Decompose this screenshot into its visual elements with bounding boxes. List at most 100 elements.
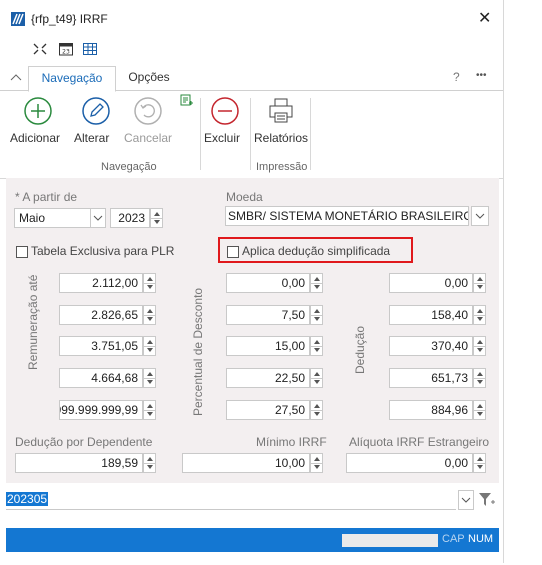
remuneracao-stepper[interactable]: [143, 368, 156, 388]
num-indicator: NUM: [468, 533, 494, 545]
aliquota-label: Alíquota IRRF Estrangeiro: [349, 435, 490, 449]
excluir-button[interactable]: Excluir: [204, 96, 246, 145]
deducao-field[interactable]: 370,40: [389, 336, 473, 356]
percentual-stepper[interactable]: [310, 305, 323, 325]
deducao-dependente-field[interactable]: 189,59: [15, 453, 143, 473]
record-selector[interactable]: 202305: [6, 490, 456, 510]
moeda-select[interactable]: SMBR/ SISTEMA MONETÁRIO BRASILEIRO: [225, 206, 469, 226]
expand-icon[interactable]: [32, 42, 48, 56]
mes-value: Maio: [19, 211, 46, 225]
navegacao-group-label: Navegação: [101, 161, 157, 173]
edit-icon: [82, 97, 110, 125]
deducao-field[interactable]: 651,73: [389, 368, 473, 388]
chevron-down-icon[interactable]: [90, 208, 106, 228]
percentual-stepper[interactable]: [310, 368, 323, 388]
percentual-label: Percentual de Desconto: [191, 287, 205, 416]
ano-input[interactable]: 2023: [110, 208, 150, 228]
remuneracao-field[interactable]: 2.112,00: [59, 273, 143, 293]
minimo-irrf-stepper[interactable]: [310, 453, 323, 473]
status-bar: CAP NUM: [6, 528, 499, 552]
minimo-irrf-field[interactable]: 10,00: [182, 453, 310, 473]
help-icon[interactable]: ?: [453, 70, 460, 84]
tabela-plr-checkbox[interactable]: [16, 246, 28, 258]
undo-icon: [134, 97, 162, 125]
deducao-stepper[interactable]: [473, 273, 486, 293]
record-value: 202305: [6, 492, 49, 506]
percentual-field[interactable]: 27,50: [226, 400, 310, 420]
alterar-label: Alterar: [74, 131, 110, 145]
bottom-bar: 202305: [6, 486, 499, 514]
percentual-field[interactable]: 15,00: [226, 336, 310, 356]
a-partir-de-label: * A partir de: [15, 190, 78, 204]
deducao-field[interactable]: 884,96: [389, 400, 473, 420]
adicionar-button[interactable]: Adicionar ⌄: [10, 96, 66, 145]
ribbon-separator: [250, 98, 251, 170]
tab-navegacao[interactable]: Navegação: [28, 66, 116, 92]
percentual-field[interactable]: 7,50: [226, 305, 310, 325]
minimo-irrf-label: Mínimo IRRF: [256, 435, 327, 449]
filter-icon[interactable]: [478, 492, 496, 508]
status-field: [342, 534, 438, 547]
chevron-down-icon[interactable]: [458, 490, 474, 510]
remuneracao-stepper[interactable]: [143, 273, 156, 293]
percentual-stepper[interactable]: [310, 336, 323, 356]
ribbon-separator: [200, 98, 201, 170]
remuneracao-field[interactable]: 2.826,65: [59, 305, 143, 325]
deducao-stepper[interactable]: [473, 336, 486, 356]
percentual-stepper[interactable]: [310, 273, 323, 293]
moeda-value: SMBR/ SISTEMA MONETÁRIO BRASILEIRO: [228, 209, 469, 223]
remuneracao-field[interactable]: 4.664,68: [59, 368, 143, 388]
close-button[interactable]: ✕: [478, 8, 491, 28]
grid-icon[interactable]: [82, 42, 98, 56]
excluir-label: Excluir: [204, 131, 241, 145]
remuneracao-label: Remuneração até: [26, 274, 40, 370]
deducao-dependente-label: Dedução por Dependente: [15, 435, 153, 449]
window-title: {rfp_t49} IRRF: [31, 12, 108, 26]
percentual-stepper[interactable]: [310, 400, 323, 420]
remuneracao-field[interactable]: 999.999.999,99: [59, 400, 143, 420]
alterar-button[interactable]: Alterar: [74, 96, 118, 145]
calendar-icon[interactable]: 23: [58, 42, 74, 56]
deducao-stepper[interactable]: [473, 368, 486, 388]
tabela-plr-label: Tabela Exclusiva para PLR: [31, 244, 175, 258]
deducao-stepper[interactable]: [473, 400, 486, 420]
add-icon: [24, 97, 52, 125]
chevron-up-icon[interactable]: [10, 72, 22, 82]
remuneracao-field[interactable]: 3.751,05: [59, 336, 143, 356]
remuneracao-stepper[interactable]: [143, 336, 156, 356]
relatorios-button[interactable]: Relatórios ⌄: [254, 96, 308, 145]
ribbon: Adicionar ⌄ Alterar Cancelar Excluir Rel…: [0, 90, 503, 179]
relatorios-label: Relatórios: [254, 131, 309, 145]
moeda-label: Moeda: [226, 190, 263, 204]
ribbon-tabs: Navegação Opções ? •••: [0, 66, 503, 92]
adicionar-label: Adicionar: [10, 131, 61, 145]
delete-icon: [211, 97, 239, 125]
deducao-label: Dedução: [353, 325, 367, 374]
cap-indicator: CAP: [442, 533, 465, 545]
percentual-field[interactable]: 0,00: [226, 273, 310, 293]
tab-opcoes[interactable]: Opções: [118, 66, 180, 90]
ribbon-separator: [310, 98, 311, 170]
title-bar: {rfp_t49} IRRF ✕: [0, 0, 503, 36]
cancelar-label: Cancelar: [124, 131, 173, 145]
svg-text:23: 23: [62, 49, 70, 56]
printer-icon: [269, 98, 293, 123]
ano-stepper[interactable]: [150, 208, 163, 228]
more-icon[interactable]: •••: [476, 70, 487, 81]
logo-icon: [11, 12, 25, 26]
cancelar-button[interactable]: Cancelar: [124, 96, 172, 145]
deducao-field[interactable]: 158,40: [389, 305, 473, 325]
irrf-window: {rfp_t49} IRRF ✕ 23 Navegação Opções ? •…: [0, 0, 504, 563]
remuneracao-stepper[interactable]: [143, 305, 156, 325]
chevron-down-icon[interactable]: [471, 206, 489, 226]
aliquota-stepper[interactable]: [473, 453, 486, 473]
aliquota-field[interactable]: 0,00: [346, 453, 473, 473]
impressao-group-label: Impressão: [256, 161, 308, 173]
form-area: * A partir de Maio 2023 Moeda SMBR/ SIST…: [6, 178, 499, 483]
remuneracao-stepper[interactable]: [143, 400, 156, 420]
copy-icon[interactable]: [180, 94, 194, 108]
deducao-dependente-stepper[interactable]: [143, 453, 156, 473]
percentual-field[interactable]: 22,50: [226, 368, 310, 388]
deducao-field[interactable]: 0,00: [389, 273, 473, 293]
deducao-stepper[interactable]: [473, 305, 486, 325]
